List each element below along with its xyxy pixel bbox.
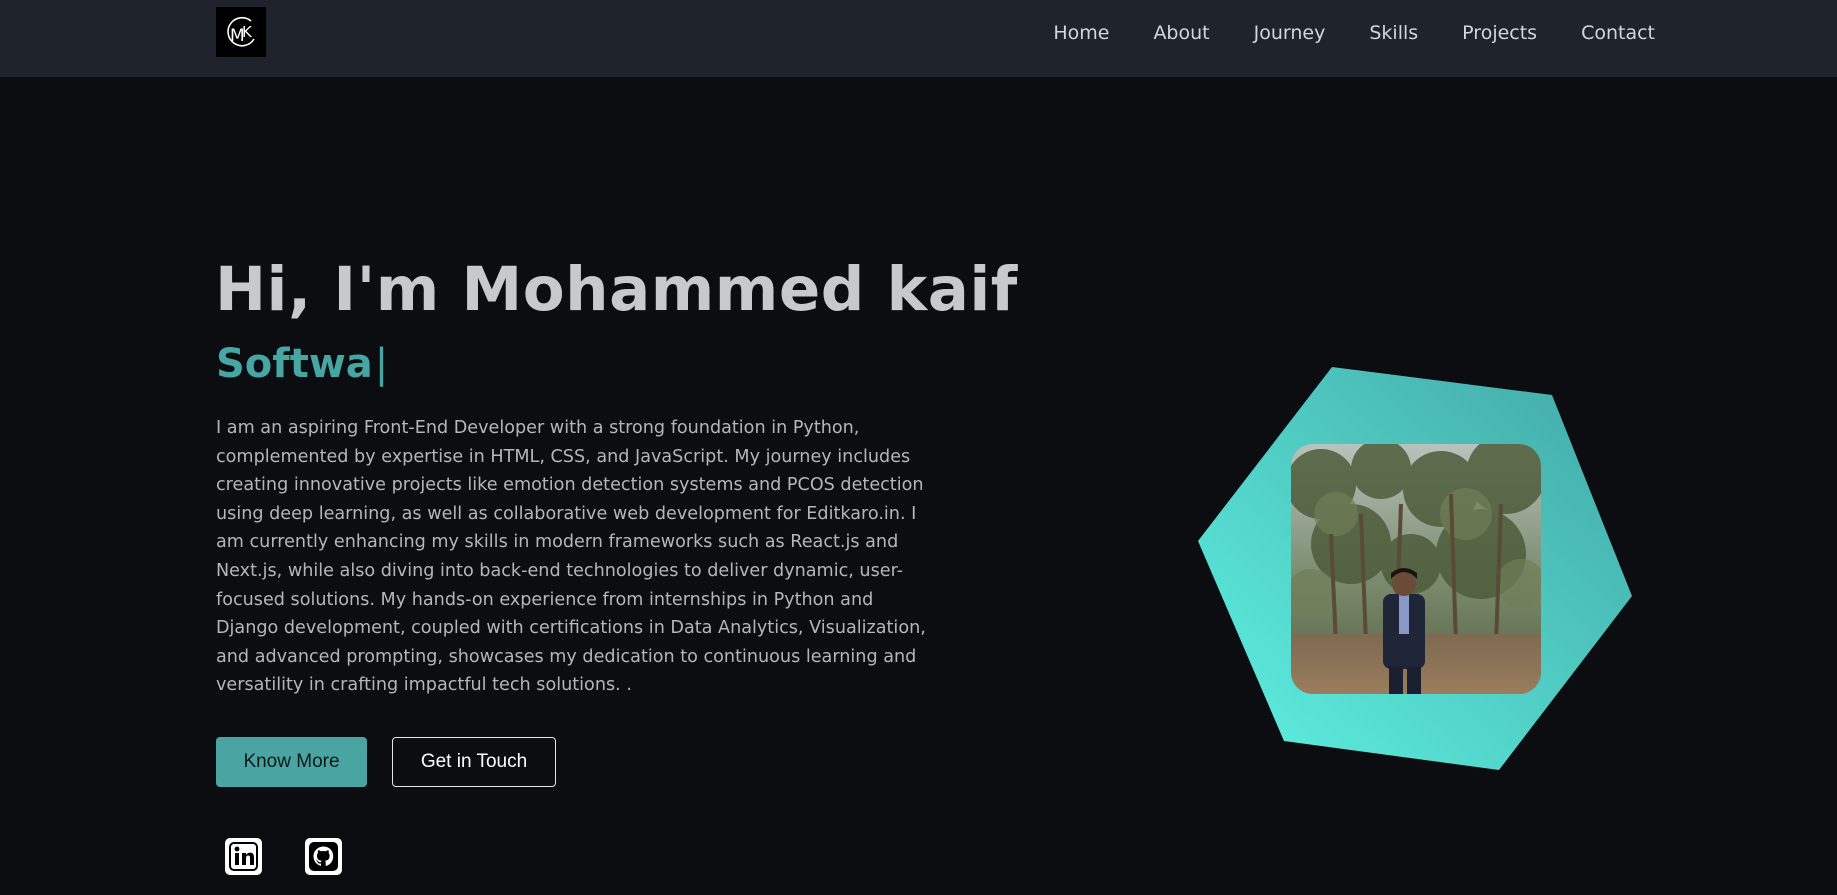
know-more-button[interactable]: Know More <box>216 737 367 787</box>
hero-title: Hi, I'm Mohammed kaif <box>215 254 1018 325</box>
logo[interactable]: M K <box>216 7 266 57</box>
nav-journey[interactable]: Journey <box>1254 22 1326 44</box>
linkedin-link[interactable] <box>225 838 262 875</box>
profile-photo <box>1291 444 1541 694</box>
svg-text:K: K <box>242 23 253 41</box>
mk-logo-icon: M K <box>227 16 255 47</box>
navbar: M K Home About Journey Skills Projects C… <box>0 0 1837 77</box>
github-link[interactable] <box>305 838 342 875</box>
typing-text: Softwa <box>216 341 373 387</box>
nav-contact[interactable]: Contact <box>1581 22 1655 44</box>
get-in-touch-button[interactable]: Get in Touch <box>392 737 556 787</box>
hero-bio: I am an aspiring Front-End Developer wit… <box>216 418 926 696</box>
main-nav: Home About Journey Skills Projects Conta… <box>1053 0 1655 66</box>
linkedin-icon <box>229 842 258 871</box>
typing-cursor: | <box>374 341 389 387</box>
nav-about[interactable]: About <box>1153 22 1209 44</box>
nav-home[interactable]: Home <box>1053 22 1109 44</box>
nav-projects[interactable]: Projects <box>1462 22 1537 44</box>
profile-photo-image <box>1291 444 1541 694</box>
github-icon <box>309 842 338 871</box>
hero-typing-subtitle: Softwa| <box>216 338 388 390</box>
nav-skills[interactable]: Skills <box>1369 22 1418 44</box>
